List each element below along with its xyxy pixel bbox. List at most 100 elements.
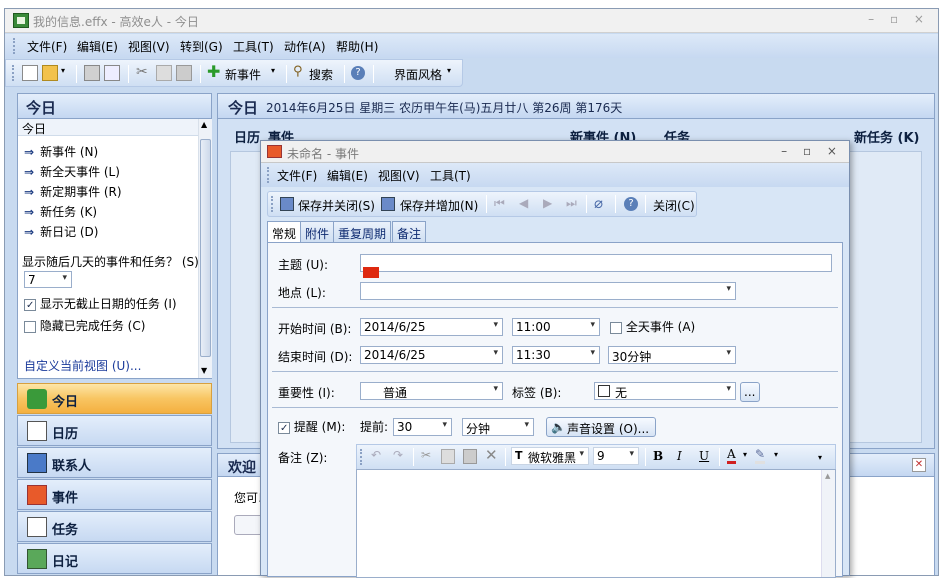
action-new-task[interactable]: ⇒ 新任务 (K): [24, 203, 97, 220]
redo-icon[interactable]: ↷: [393, 448, 403, 462]
end-time-select[interactable]: 11:30: [512, 346, 600, 364]
new-event-button[interactable]: 新事件: [225, 66, 261, 83]
tab-general[interactable]: 常规: [267, 221, 302, 243]
highlight-dropdown-icon[interactable]: ▾: [774, 450, 778, 459]
menu-goto[interactable]: 转到(G): [180, 38, 223, 55]
copy-icon[interactable]: [441, 449, 455, 464]
days-select[interactable]: 7: [24, 271, 72, 288]
menu-help[interactable]: 帮助(H): [336, 38, 378, 55]
italic-icon[interactable]: I: [677, 449, 682, 463]
scrollbar-thumb[interactable]: [200, 139, 211, 357]
print-icon[interactable]: [84, 65, 100, 81]
tag-more-button[interactable]: ...: [740, 382, 760, 402]
remind-checkbox[interactable]: [278, 421, 290, 434]
show-nodue-option[interactable]: 显示无截止日期的任务 (I): [24, 295, 177, 312]
tab-notes[interactable]: 备注: [392, 221, 427, 242]
cut-icon[interactable]: ✂: [421, 448, 431, 462]
close-icon[interactable]: ✕: [912, 458, 926, 472]
cut-icon[interactable]: ✂: [136, 64, 148, 80]
events-icon: [27, 485, 47, 505]
first-icon[interactable]: ⏮: [494, 196, 505, 211]
nav-today[interactable]: 今日: [17, 383, 212, 414]
plus-icon[interactable]: ✚: [207, 62, 220, 81]
duration-select[interactable]: 30分钟: [608, 346, 736, 364]
paste-icon[interactable]: [176, 65, 192, 81]
clear-format-icon[interactable]: ✕: [485, 446, 498, 464]
allday-checkbox[interactable]: [610, 321, 622, 334]
open-dropdown-icon[interactable]: ▾: [61, 66, 65, 75]
location-input[interactable]: [360, 282, 736, 300]
close-button[interactable]: 关闭(C): [653, 197, 695, 214]
theme-dropdown-icon[interactable]: ▾: [447, 66, 451, 75]
subject-input[interactable]: [360, 254, 832, 272]
search-button[interactable]: 搜索: [309, 66, 333, 83]
tag-select[interactable]: 无: [594, 382, 736, 400]
copy-icon[interactable]: [156, 65, 172, 81]
attach-icon[interactable]: ⌀: [594, 194, 603, 212]
help-icon[interactable]: ?: [624, 197, 638, 211]
new-event-dropdown-icon[interactable]: ▾: [271, 66, 275, 75]
show-nodue-checkbox[interactable]: [24, 298, 36, 311]
toolbar-overflow-icon[interactable]: ▾: [818, 453, 822, 462]
nav-events[interactable]: 事件: [17, 479, 212, 510]
help-icon[interactable]: ?: [351, 66, 365, 80]
hide-done-option[interactable]: 隐藏已完成任务 (C): [24, 317, 145, 334]
last-icon[interactable]: ⏭: [566, 196, 577, 211]
paste-icon[interactable]: [463, 449, 477, 464]
importance-select[interactable]: 普通: [360, 382, 503, 400]
note-editor[interactable]: ▲: [356, 469, 836, 578]
window-controls[interactable]: – ▫ ×: [868, 12, 930, 26]
theme-button[interactable]: 界面风格: [394, 66, 442, 83]
customize-view-link[interactable]: 自定义当前视图 (U)...: [24, 357, 141, 374]
remind-option[interactable]: 提醒 (M):: [278, 418, 345, 435]
print-preview-icon[interactable]: [104, 65, 120, 81]
font-color-icon[interactable]: A: [727, 447, 736, 464]
scroll-down-icon[interactable]: ▼: [201, 366, 207, 375]
underline-icon[interactable]: U: [699, 449, 709, 463]
menu-actions[interactable]: 动作(A): [284, 38, 326, 55]
start-date-select[interactable]: 2014/6/25: [360, 318, 503, 336]
action-new-event[interactable]: ⇒ 新事件 (N): [24, 143, 98, 160]
nav-calendar[interactable]: 日历: [17, 415, 212, 446]
undo-icon[interactable]: ↶: [371, 448, 381, 462]
search-icon[interactable]: ⚲: [293, 64, 303, 79]
next-icon[interactable]: ▶: [543, 196, 552, 210]
dialog-menu-edit[interactable]: 编辑(E): [327, 167, 368, 184]
font-size-select[interactable]: 9: [593, 447, 639, 465]
note-scrollbar[interactable]: ▲: [821, 470, 835, 577]
dialog-menu-tools[interactable]: 工具(T): [430, 167, 471, 184]
tab-attachments[interactable]: 附件: [300, 221, 335, 242]
dialog-menu-file[interactable]: 文件(F): [277, 167, 317, 184]
nav-contacts[interactable]: 联系人: [17, 447, 212, 478]
end-date-select[interactable]: 2014/6/25: [360, 346, 503, 364]
open-folder-icon[interactable]: [42, 65, 58, 81]
ahead-value-select[interactable]: 30: [393, 418, 452, 436]
hide-done-checkbox[interactable]: [24, 320, 36, 333]
start-time-select[interactable]: 11:00: [512, 318, 600, 336]
save-close-button[interactable]: 保存并关闭(S): [298, 197, 375, 214]
unit-select[interactable]: 分钟: [462, 418, 534, 436]
scroll-up-icon[interactable]: ▲: [825, 472, 830, 480]
dialog-menu-view[interactable]: 视图(V): [378, 167, 420, 184]
action-new-recurring-event[interactable]: ⇒ 新定期事件 (R): [24, 183, 122, 200]
action-new-allday-event[interactable]: ⇒ 新全天事件 (L): [24, 163, 120, 180]
menu-edit[interactable]: 编辑(E): [77, 38, 118, 55]
action-new-diary[interactable]: ⇒ 新日记 (D): [24, 223, 98, 240]
scroll-up-icon[interactable]: ▲: [201, 120, 207, 129]
bold-icon[interactable]: B: [653, 449, 663, 463]
nav-diary[interactable]: 日记: [17, 543, 212, 574]
dialog-controls[interactable]: – ▫ ×: [781, 144, 843, 158]
menu-file[interactable]: 文件(F): [27, 38, 67, 55]
menu-view[interactable]: 视图(V): [128, 38, 170, 55]
new-file-icon[interactable]: [22, 65, 38, 81]
new-task-link[interactable]: 新任务 (K): [854, 127, 919, 146]
tab-recurrence[interactable]: 重复周期: [333, 221, 392, 242]
prev-icon[interactable]: ◀: [519, 196, 528, 210]
menu-tools[interactable]: 工具(T): [233, 38, 274, 55]
font-color-dropdown-icon[interactable]: ▾: [743, 450, 747, 459]
nav-tasks[interactable]: 任务: [17, 511, 212, 542]
highlight-icon[interactable]: ✎: [755, 447, 766, 464]
sound-settings-button[interactable]: 🔈 声音设置 (O)...: [546, 417, 657, 437]
allday-option[interactable]: 全天事件 (A): [610, 318, 695, 335]
save-add-button[interactable]: 保存并增加(N): [400, 197, 478, 214]
